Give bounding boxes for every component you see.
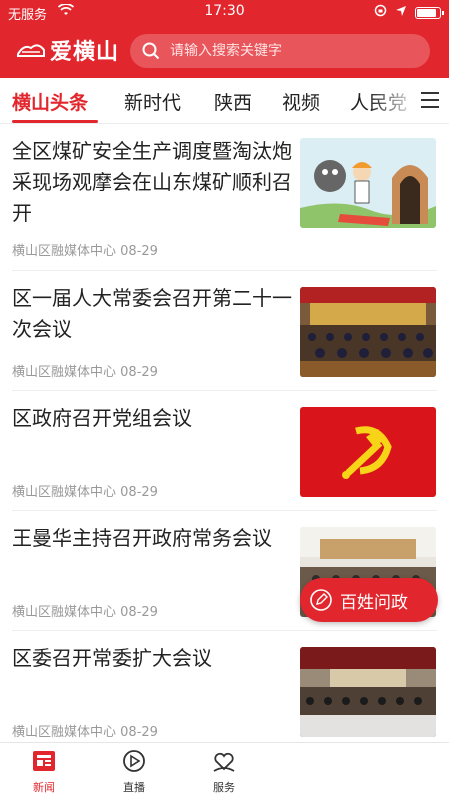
public-inquiry-label: 百姓问政: [340, 592, 408, 613]
news-meta: 横山区融媒体中心 08-29: [12, 605, 158, 620]
search-input[interactable]: [170, 43, 410, 59]
news-thumbnail: [300, 647, 436, 737]
service-icon: [210, 749, 238, 775]
news-meta: 横山区融媒体中心 08-29: [12, 244, 158, 259]
news-icon: [30, 749, 58, 775]
news-title: 区委召开常委扩大会议: [12, 646, 212, 670]
channel-menu-icon[interactable]: [421, 92, 439, 108]
active-tab-indicator: [12, 120, 98, 123]
logo-mark-icon: [16, 40, 46, 60]
nav-live-label: 直播: [123, 781, 145, 794]
app-name: 爱横山: [50, 40, 120, 65]
location-icon: [395, 5, 407, 21]
nav-service[interactable]: 服务: [194, 749, 254, 795]
news-meta: 横山区融媒体中心 08-29: [12, 725, 158, 740]
public-inquiry-button[interactable]: 百姓问政: [300, 578, 438, 622]
search-icon: [142, 42, 160, 60]
news-title: 王曼华主持召开政府常务会议: [12, 526, 272, 550]
nav-news-label: 新闻: [33, 781, 55, 794]
news-meta: 横山区融媒体中心 08-29: [12, 365, 158, 380]
news-item[interactable]: 全区煤矿安全生产调度暨淘汰炮采现场观摩会在山东煤矿顺利召开 横山区融媒体中心 0…: [0, 124, 449, 259]
news-title: 区政府召开党组会议: [12, 406, 192, 430]
tab-video[interactable]: 视频: [282, 88, 320, 115]
play-icon: [120, 749, 148, 775]
nav-service-label: 服务: [213, 781, 235, 794]
rotation-lock-icon: [374, 4, 387, 21]
news-item[interactable]: 区委召开常委扩大会议 横山区融媒体中心 08-29: [0, 631, 449, 751]
tab-new-era[interactable]: 新时代: [124, 88, 181, 115]
battery-icon: [415, 6, 444, 19]
nav-live[interactable]: 直播: [104, 749, 164, 795]
tab-shaanxi[interactable]: 陕西: [214, 88, 252, 115]
edit-icon: [310, 589, 332, 611]
channel-tabs: 横山头条 新时代 陕西 视频 人民党: [0, 78, 449, 124]
news-thumbnail: [300, 138, 436, 228]
app-header: 无服务 17:30 爱横山: [0, 0, 449, 78]
app-logo[interactable]: 爱横山: [16, 32, 119, 68]
news-title: 区一届人大常委会召开第二十一次会议: [12, 286, 292, 341]
news-title: 全区煤矿安全生产调度暨淘汰炮采现场观摩会在山东煤矿顺利召开: [12, 139, 292, 225]
search-bar[interactable]: [130, 34, 430, 68]
news-thumbnail: [300, 407, 436, 497]
status-bar: 无服务 17:30: [0, 0, 449, 24]
bottom-nav: 新闻 直播 服务: [0, 742, 449, 800]
tab-headlines[interactable]: 横山头条: [12, 88, 88, 115]
news-thumbnail: [300, 287, 436, 377]
nav-news[interactable]: 新闻: [14, 749, 74, 795]
news-item[interactable]: 区政府召开党组会议 横山区融媒体中心 08-29: [0, 391, 449, 511]
news-item[interactable]: 区一届人大常委会召开第二十一次会议 横山区融媒体中心 08-29: [0, 271, 449, 391]
news-meta: 横山区融媒体中心 08-29: [12, 485, 158, 500]
